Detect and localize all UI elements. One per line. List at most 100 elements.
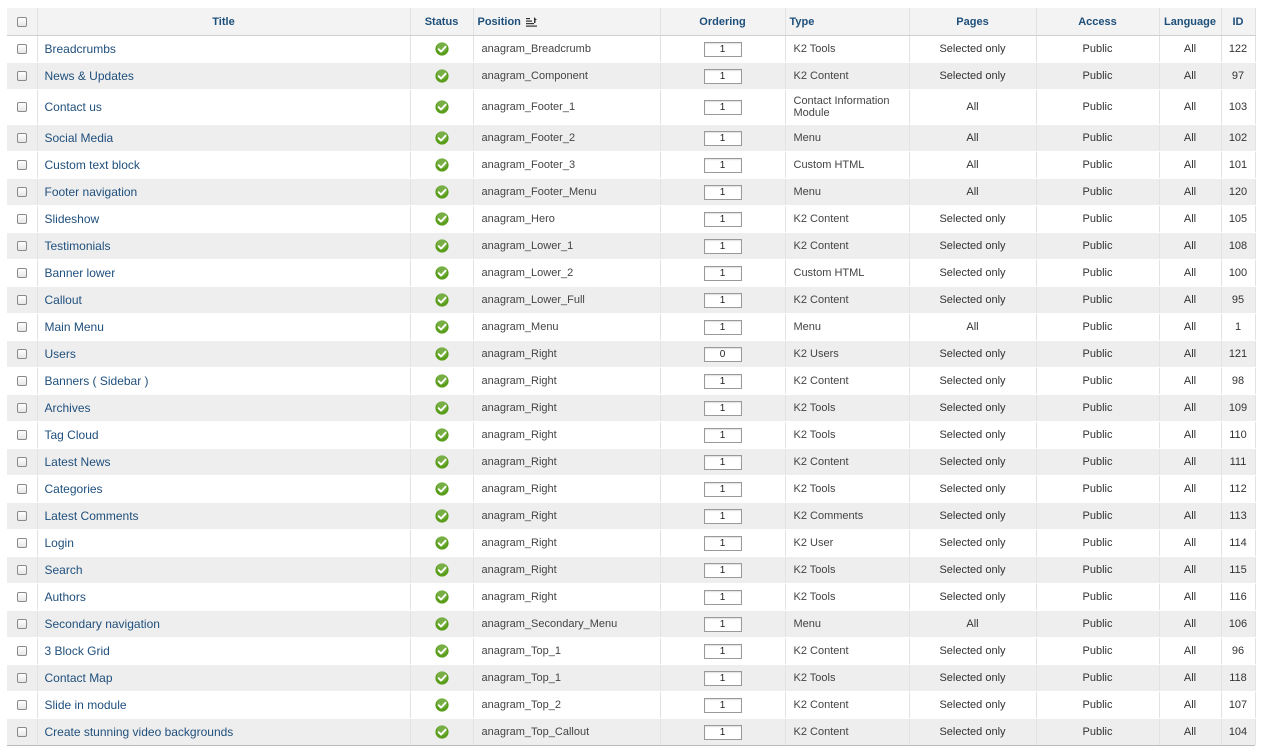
ordering-input[interactable]: 1 <box>703 508 742 524</box>
row-checkbox[interactable] <box>16 295 27 306</box>
published-check-icon[interactable] <box>434 239 449 253</box>
ordering-input[interactable]: 1 <box>703 211 742 227</box>
module-title-link[interactable]: Callout <box>45 293 82 307</box>
ordering-input[interactable]: 1 <box>703 184 742 200</box>
column-header-access[interactable]: Access <box>1036 8 1160 36</box>
row-checkbox[interactable] <box>16 457 27 468</box>
published-check-icon[interactable] <box>434 320 449 334</box>
published-check-icon[interactable] <box>434 185 449 199</box>
published-check-icon[interactable] <box>434 698 449 712</box>
module-title-link[interactable]: Latest News <box>45 455 111 469</box>
ordering-input[interactable]: 1 <box>703 130 742 146</box>
published-check-icon[interactable] <box>434 347 449 361</box>
published-check-icon[interactable] <box>434 725 449 739</box>
ordering-input[interactable]: 1 <box>703 616 742 632</box>
row-checkbox[interactable] <box>16 403 27 414</box>
ordering-input[interactable]: 1 <box>703 238 742 254</box>
column-header-language[interactable]: Language <box>1159 8 1222 36</box>
row-checkbox[interactable] <box>16 241 27 252</box>
module-title-link[interactable]: Testimonials <box>45 239 111 253</box>
published-check-icon[interactable] <box>434 131 449 145</box>
select-all-checkbox[interactable] <box>16 16 27 27</box>
row-checkbox[interactable] <box>16 322 27 333</box>
module-title-link[interactable]: Custom text block <box>45 158 140 172</box>
row-checkbox[interactable] <box>16 349 27 360</box>
published-check-icon[interactable] <box>434 482 449 496</box>
module-title-link[interactable]: Banners ( Sidebar ) <box>45 374 149 388</box>
published-check-icon[interactable] <box>434 644 449 658</box>
published-check-icon[interactable] <box>434 401 449 415</box>
module-title-link[interactable]: Slide in module <box>45 698 127 712</box>
published-check-icon[interactable] <box>434 212 449 226</box>
column-header-title[interactable]: Title <box>37 8 411 36</box>
ordering-input[interactable]: 1 <box>703 157 742 173</box>
row-checkbox[interactable] <box>16 214 27 225</box>
row-checkbox[interactable] <box>16 727 27 738</box>
row-checkbox[interactable] <box>16 71 27 82</box>
published-check-icon[interactable] <box>434 293 449 307</box>
module-title-link[interactable]: Secondary navigation <box>45 617 160 631</box>
published-check-icon[interactable] <box>434 158 449 172</box>
module-title-link[interactable]: Social Media <box>45 131 114 145</box>
module-title-link[interactable]: Search <box>45 563 83 577</box>
ordering-input[interactable]: 1 <box>703 589 742 605</box>
published-check-icon[interactable] <box>434 509 449 523</box>
ordering-input[interactable]: 1 <box>703 481 742 497</box>
ordering-input[interactable]: 1 <box>703 265 742 281</box>
row-checkbox[interactable] <box>16 538 27 549</box>
ordering-input[interactable]: 1 <box>703 319 742 335</box>
published-check-icon[interactable] <box>434 617 449 631</box>
ordering-input[interactable]: 1 <box>703 670 742 686</box>
module-title-link[interactable]: Banner lower <box>45 266 116 280</box>
row-checkbox[interactable] <box>16 268 27 279</box>
row-checkbox[interactable] <box>16 673 27 684</box>
row-checkbox[interactable] <box>16 511 27 522</box>
ordering-input[interactable]: 0 <box>703 346 742 362</box>
column-header-type[interactable]: Type <box>785 8 910 36</box>
published-check-icon[interactable] <box>434 536 449 550</box>
published-check-icon[interactable] <box>434 100 449 114</box>
module-title-link[interactable]: News & Updates <box>45 69 134 83</box>
published-check-icon[interactable] <box>434 455 449 469</box>
row-checkbox[interactable] <box>16 484 27 495</box>
row-checkbox[interactable] <box>16 700 27 711</box>
module-title-link[interactable]: Authors <box>45 590 86 604</box>
ordering-input[interactable]: 1 <box>703 68 742 84</box>
column-header-position[interactable]: Position <box>473 8 661 36</box>
ordering-input[interactable]: 1 <box>703 99 742 115</box>
row-checkbox[interactable] <box>16 565 27 576</box>
published-check-icon[interactable] <box>434 69 449 83</box>
published-check-icon[interactable] <box>434 671 449 685</box>
ordering-input[interactable]: 1 <box>703 427 742 443</box>
published-check-icon[interactable] <box>434 266 449 280</box>
column-header-id[interactable]: ID <box>1221 8 1256 36</box>
ordering-input[interactable]: 1 <box>703 643 742 659</box>
module-title-link[interactable]: Archives <box>45 401 91 415</box>
row-checkbox[interactable] <box>16 376 27 387</box>
module-title-link[interactable]: Footer navigation <box>45 185 138 199</box>
row-checkbox[interactable] <box>16 592 27 603</box>
row-checkbox[interactable] <box>16 102 27 113</box>
module-title-link[interactable]: 3 Block Grid <box>45 644 110 658</box>
column-header-ordering[interactable]: Ordering <box>660 8 786 36</box>
row-checkbox[interactable] <box>16 187 27 198</box>
ordering-input[interactable]: 1 <box>703 562 742 578</box>
module-title-link[interactable]: Tag Cloud <box>45 428 99 442</box>
module-title-link[interactable]: Users <box>45 347 76 361</box>
module-title-link[interactable]: Categories <box>45 482 103 496</box>
ordering-input[interactable]: 1 <box>703 454 742 470</box>
column-header-pages[interactable]: Pages <box>909 8 1037 36</box>
row-checkbox[interactable] <box>16 133 27 144</box>
ordering-input[interactable]: 1 <box>703 292 742 308</box>
ordering-input[interactable]: 1 <box>703 400 742 416</box>
ordering-input[interactable]: 1 <box>703 535 742 551</box>
published-check-icon[interactable] <box>434 42 449 56</box>
module-title-link[interactable]: Create stunning video backgrounds <box>45 725 234 739</box>
row-checkbox[interactable] <box>16 646 27 657</box>
published-check-icon[interactable] <box>434 374 449 388</box>
ordering-input[interactable]: 1 <box>703 697 742 713</box>
module-title-link[interactable]: Slideshow <box>45 212 100 226</box>
ordering-input[interactable]: 1 <box>703 41 742 57</box>
ordering-input[interactable]: 1 <box>703 724 742 740</box>
module-title-link[interactable]: Latest Comments <box>45 509 139 523</box>
